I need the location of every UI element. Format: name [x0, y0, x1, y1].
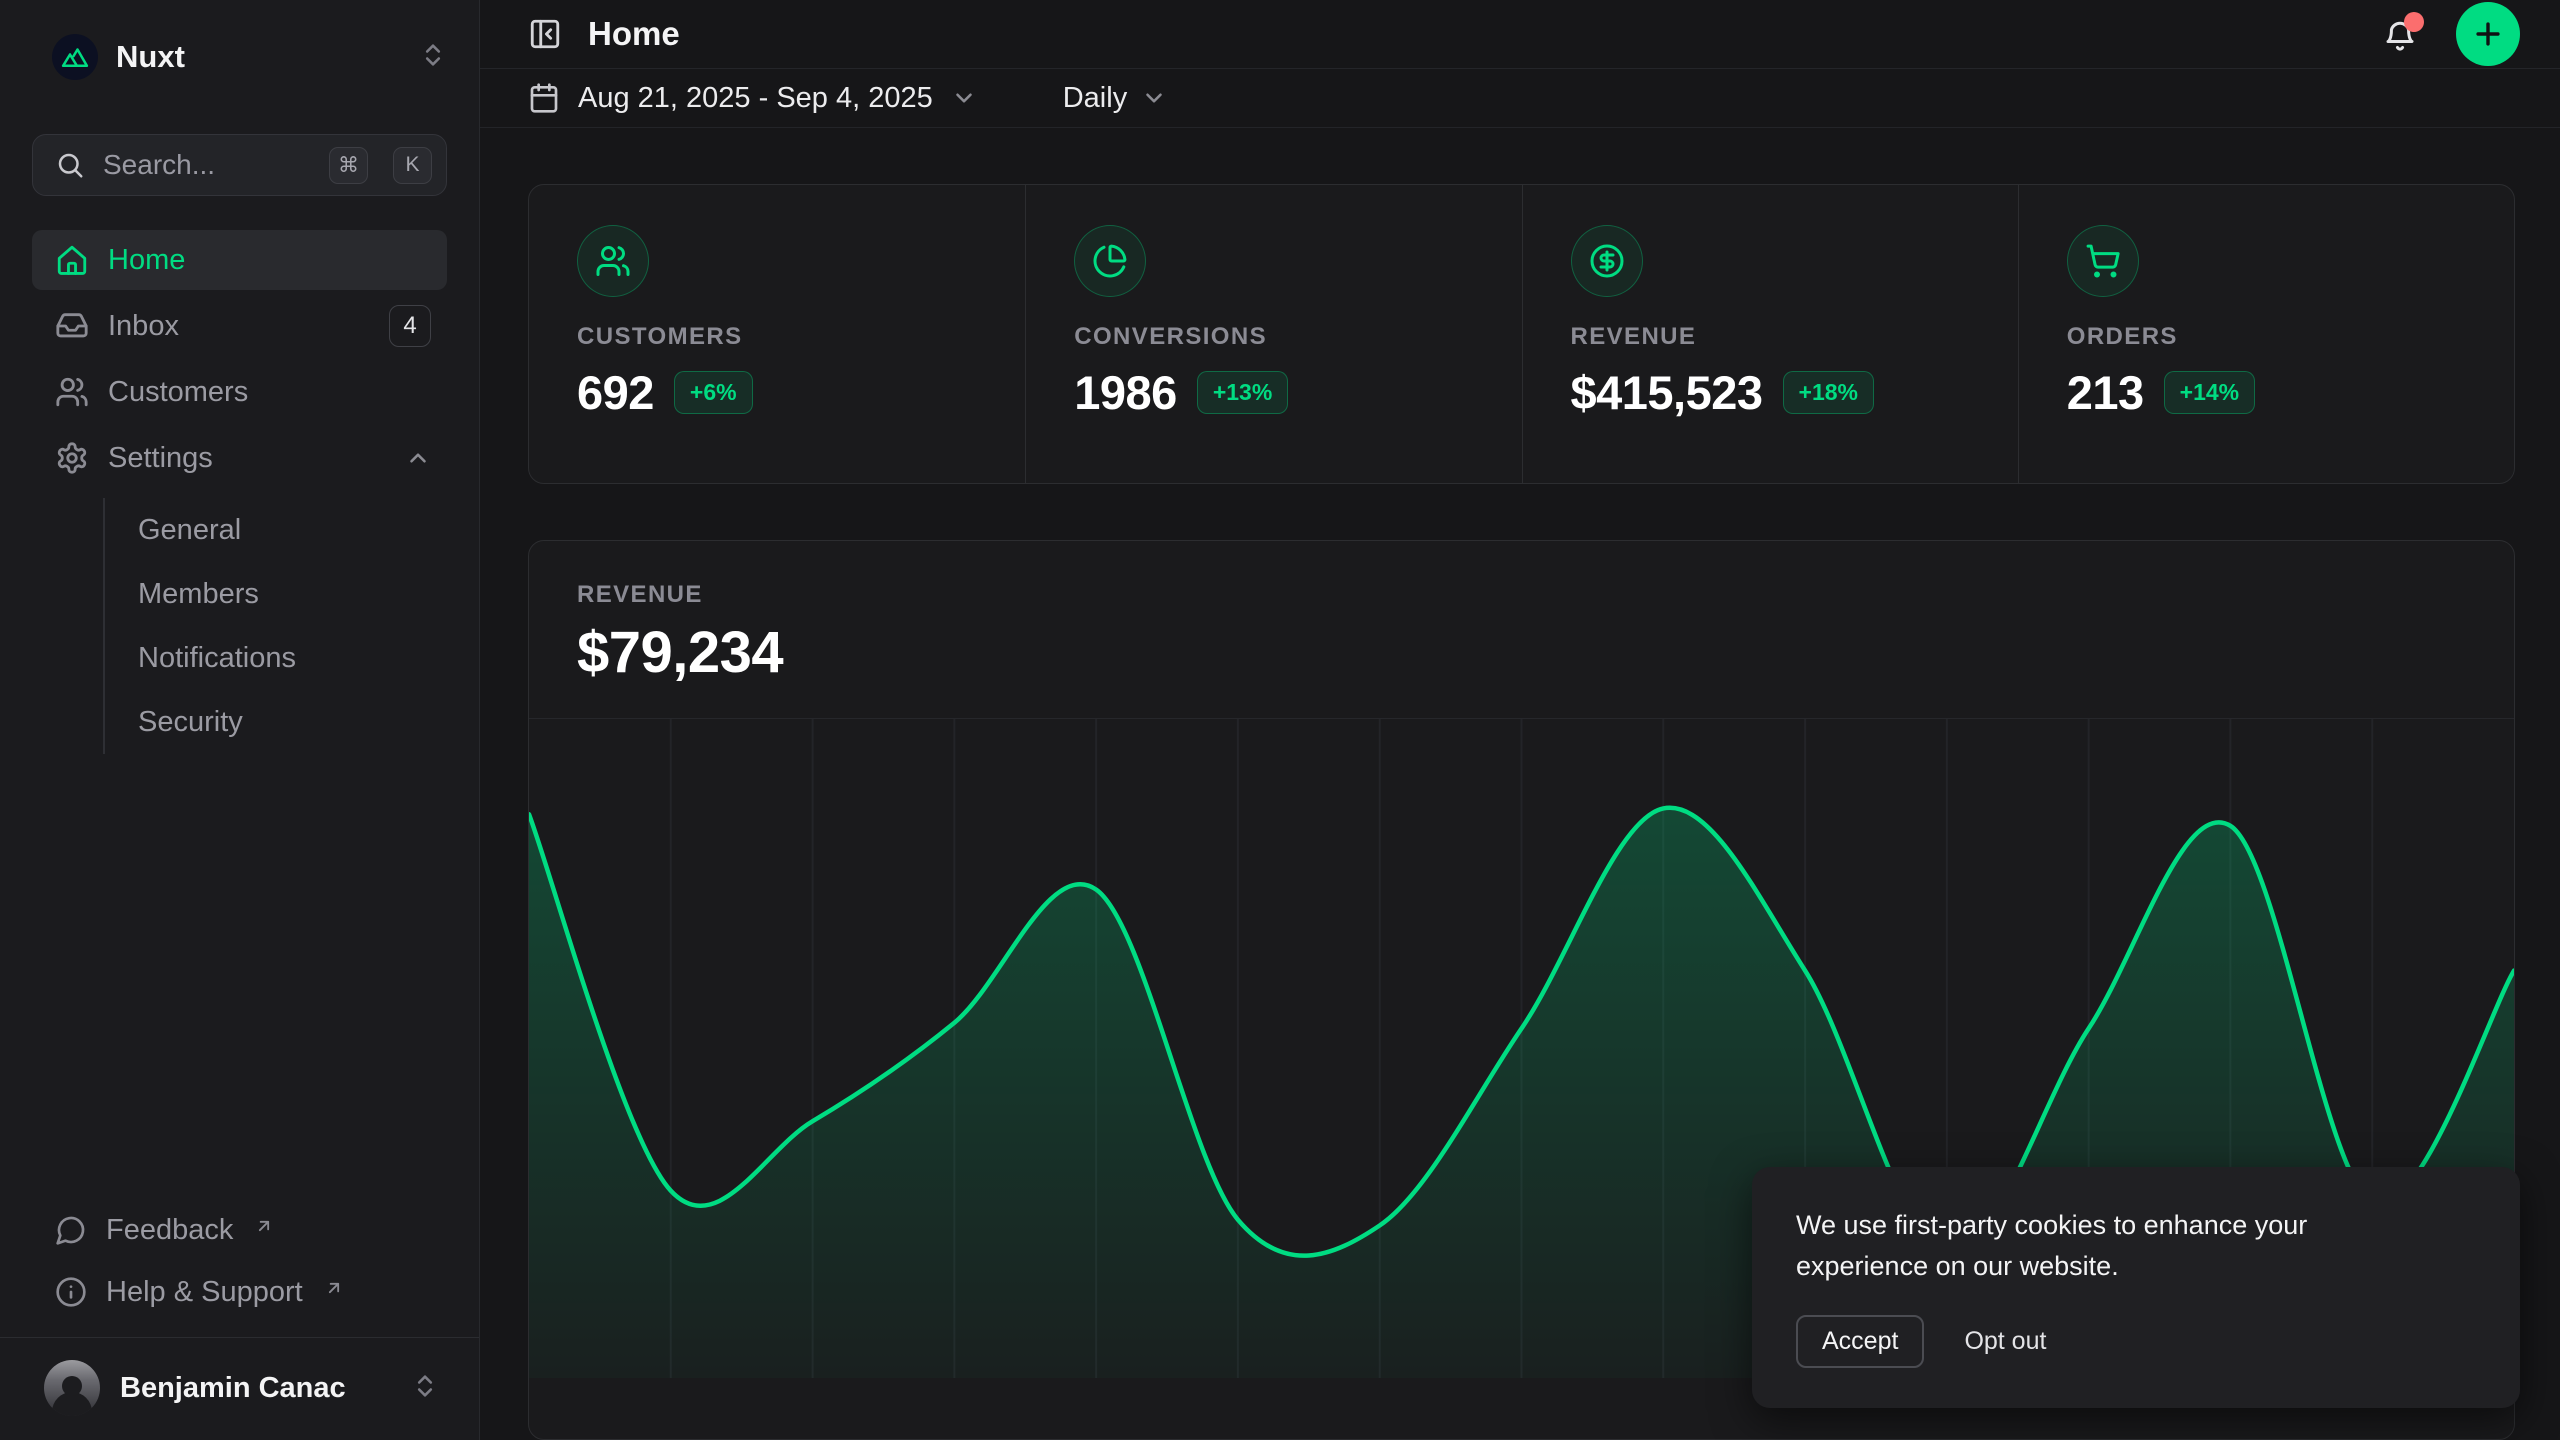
external-link-icon	[254, 1211, 274, 1244]
chevron-up-icon	[405, 445, 431, 471]
stat-label: REVENUE	[1571, 323, 1988, 351]
sidebar-collapse-button[interactable]	[528, 17, 562, 51]
main-area: Home Aug 21, 2025 - Sep 4, 2025	[480, 0, 2560, 1440]
stats-card: CUSTOMERS 692 +6% CONVERSIONS 1986 +13%	[528, 184, 2515, 484]
date-range-value: Aug 21, 2025 - Sep 4, 2025	[578, 82, 933, 115]
inbox-count-badge: 4	[389, 305, 431, 347]
stat-delta-badge: +18%	[1783, 371, 1874, 414]
chevrons-up-down-icon	[419, 41, 447, 74]
stat-delta-badge: +14%	[2164, 371, 2255, 414]
stat-value: $415,523	[1571, 365, 1763, 420]
sidebar-item-inbox[interactable]: Inbox 4	[32, 296, 447, 356]
sidebar-item-settings[interactable]: Settings	[32, 428, 447, 488]
kbd-cmd: ⌘	[329, 147, 368, 184]
stat-revenue: REVENUE $415,523 +18%	[1522, 185, 2018, 483]
page-title: Home	[588, 15, 680, 53]
help-support-link[interactable]: Help & Support	[32, 1261, 447, 1323]
external-link-icon	[324, 1273, 344, 1306]
accept-button[interactable]: Accept	[1796, 1315, 1924, 1368]
granularity-value: Daily	[1063, 82, 1127, 115]
home-icon	[55, 243, 89, 277]
settings-subnav: General Members Notifications Security	[103, 498, 447, 754]
shopping-cart-icon	[2067, 225, 2139, 297]
stat-label: CUSTOMERS	[577, 323, 995, 351]
add-button[interactable]	[2456, 2, 2520, 66]
subnav-label: Security	[138, 706, 243, 739]
stat-label: ORDERS	[2067, 323, 2484, 351]
kbd-k: K	[393, 147, 432, 184]
message-circle-icon	[55, 1214, 87, 1246]
sidebar-item-security[interactable]: Security	[105, 690, 447, 754]
stat-value: 213	[2067, 365, 2144, 420]
stat-value: 692	[577, 365, 654, 420]
dollar-circle-icon	[1571, 225, 1643, 297]
workspace-name: Nuxt	[116, 39, 185, 75]
app-window: Nuxt Search... ⌘ K Home	[0, 0, 2560, 1440]
stat-customers: CUSTOMERS 692 +6%	[529, 185, 1025, 483]
users-icon	[577, 225, 649, 297]
granularity-select[interactable]: Daily	[1063, 82, 1167, 115]
user-menu[interactable]: Benjamin Canac	[32, 1338, 447, 1440]
cookie-actions: Accept Opt out	[1796, 1315, 2476, 1368]
date-range-picker[interactable]: Aug 21, 2025 - Sep 4, 2025	[528, 82, 977, 115]
opt-out-button[interactable]: Opt out	[1964, 1327, 2046, 1356]
search-placeholder: Search...	[103, 149, 311, 181]
sidebar-item-members[interactable]: Members	[105, 562, 447, 626]
sidebar-item-home[interactable]: Home	[32, 230, 447, 290]
sidebar-item-general[interactable]: General	[105, 498, 447, 562]
sidebar-item-label: Inbox	[108, 310, 179, 343]
filters-toolbar: Aug 21, 2025 - Sep 4, 2025 Daily	[480, 69, 2560, 128]
nuxt-logo-icon	[52, 34, 98, 80]
user-name: Benjamin Canac	[120, 1372, 346, 1405]
users-icon	[55, 375, 89, 409]
sidebar-item-label: Settings	[108, 442, 213, 475]
workspace-switcher[interactable]: Nuxt	[32, 24, 447, 90]
sidebar-item-customers[interactable]: Customers	[32, 362, 447, 422]
sidebar-item-label: Customers	[108, 376, 248, 409]
footer-link-label: Help & Support	[106, 1276, 303, 1309]
pie-chart-icon	[1074, 225, 1146, 297]
stat-value: 1986	[1074, 365, 1177, 420]
calendar-icon	[528, 82, 560, 114]
cookie-message: We use first-party cookies to enhance yo…	[1796, 1205, 2416, 1287]
stat-conversions: CONVERSIONS 1986 +13%	[1025, 185, 1521, 483]
gear-icon	[55, 441, 89, 475]
notifications-button[interactable]	[2382, 16, 2418, 52]
subnav-label: Notifications	[138, 642, 296, 675]
header-actions	[2382, 2, 2520, 66]
stat-label: CONVERSIONS	[1074, 323, 1491, 351]
sidebar-nav: Home Inbox 4 Customers Sett	[32, 230, 447, 754]
revenue-value: $79,234	[577, 619, 2466, 686]
sidebar: Nuxt Search... ⌘ K Home	[0, 0, 480, 1440]
stat-orders: ORDERS 213 +14%	[2018, 185, 2514, 483]
cookie-banner: We use first-party cookies to enhance yo…	[1752, 1167, 2520, 1408]
sidebar-item-notifications[interactable]: Notifications	[105, 626, 447, 690]
notification-dot	[2404, 12, 2424, 32]
stat-delta-badge: +6%	[674, 371, 753, 414]
sidebar-footer: Feedback Help & Support Benjamin Canac	[32, 1199, 447, 1440]
inbox-icon	[55, 309, 89, 343]
avatar	[44, 1360, 100, 1416]
chevrons-up-down-icon	[411, 1372, 439, 1405]
feedback-link[interactable]: Feedback	[32, 1199, 447, 1261]
revenue-label: REVENUE	[577, 581, 2466, 609]
subnav-label: General	[138, 514, 241, 547]
search-icon	[55, 150, 85, 180]
footer-link-label: Feedback	[106, 1214, 233, 1247]
sidebar-item-label: Home	[108, 244, 185, 277]
page-header: Home	[480, 0, 2560, 69]
plus-icon	[2471, 17, 2505, 51]
search-input[interactable]: Search... ⌘ K	[32, 134, 447, 196]
chevron-down-icon	[1141, 85, 1167, 111]
info-circle-icon	[55, 1276, 87, 1308]
subnav-label: Members	[138, 578, 259, 611]
stat-delta-badge: +13%	[1197, 371, 1288, 414]
chevron-down-icon	[951, 85, 977, 111]
revenue-chart-header: REVENUE $79,234	[529, 541, 2514, 686]
